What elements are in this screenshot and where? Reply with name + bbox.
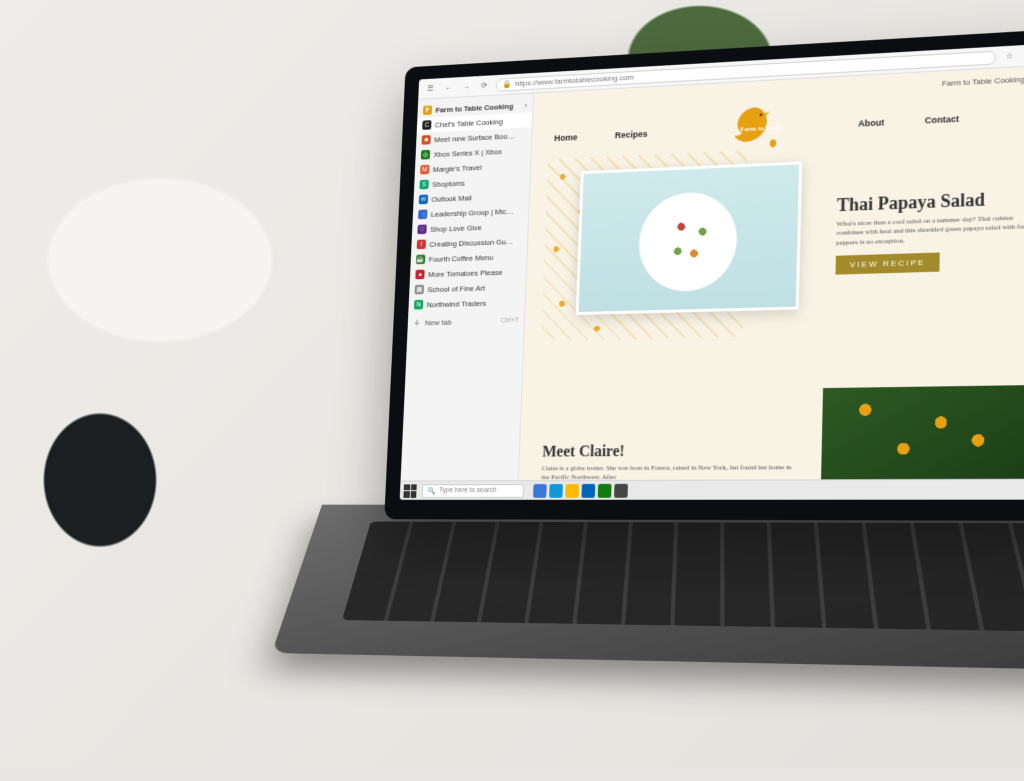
tab-title: Northwind Traders bbox=[427, 298, 512, 309]
tab-title: Shoptoms bbox=[432, 176, 516, 188]
new-tab-label: New tab bbox=[425, 318, 452, 327]
refresh-button[interactable]: ⟳ bbox=[478, 79, 491, 93]
tab-title: Chef's Table Cooking bbox=[435, 116, 519, 129]
taskbar-app-icon[interactable] bbox=[533, 484, 547, 498]
keyboard bbox=[272, 505, 1024, 671]
tab-favicon-icon: ◎ bbox=[421, 150, 430, 160]
taskbar-pinned-apps bbox=[533, 483, 628, 497]
start-button[interactable] bbox=[403, 484, 416, 498]
page-label: Farm to Table Cooking bbox=[942, 75, 1024, 88]
tab-title: Outlook Mail bbox=[431, 191, 515, 203]
recipe-card: Thai Papaya Salad What's nicer than a co… bbox=[836, 187, 1024, 275]
recipe-photo bbox=[576, 161, 802, 314]
bio-section: Meet Claire! Claire is a globe trotter. … bbox=[541, 442, 795, 480]
hero-section: Thai Papaya Salad What's nicer than a co… bbox=[547, 143, 1024, 327]
tab-title: Shop Love Give bbox=[430, 222, 514, 234]
secondary-photo bbox=[821, 385, 1024, 480]
tab-favicon-icon: S bbox=[419, 180, 428, 190]
recipe-blurb: What's nicer than a cool salad on a summ… bbox=[836, 213, 1024, 248]
tab-title: Creating Discussion Guidelines bbox=[429, 237, 514, 248]
tab-favicon-icon: ● bbox=[415, 270, 424, 280]
tab-favicon-icon: ✉ bbox=[419, 195, 428, 205]
taskbar-search[interactable]: 🔍 Type here to search bbox=[422, 484, 525, 498]
view-recipe-button[interactable]: VIEW RECIPE bbox=[836, 253, 941, 275]
lock-icon: 🔒 bbox=[502, 80, 511, 89]
address-bar-url: https://www.farmtotablecooking.com bbox=[515, 73, 634, 88]
tab-favicon-icon: ■ bbox=[421, 135, 430, 145]
search-icon: 🔍 bbox=[427, 487, 435, 495]
new-tab-button[interactable]: ＋ New tab Ctrl+T bbox=[407, 311, 524, 332]
chevron-left-icon[interactable]: ‹ bbox=[524, 101, 527, 110]
bio-heading: Meet Claire! bbox=[542, 442, 796, 462]
forward-button[interactable]: → bbox=[460, 80, 473, 94]
tab-title: Fourth Coffee Menu bbox=[429, 252, 514, 263]
tab-favicon-icon: M bbox=[420, 165, 429, 175]
taskbar-app-icon[interactable] bbox=[598, 483, 612, 497]
windows-taskbar: 🔍 Type here to search bbox=[400, 479, 1024, 500]
plus-icon: ＋ bbox=[413, 318, 421, 329]
tab-favicon-icon: ☕ bbox=[416, 255, 425, 265]
vertical-tabs-sidebar: F Farm to Table Cooking ‹ C Chef's Table … bbox=[401, 93, 534, 480]
tab-title: Xbox Series X | Xbox bbox=[433, 146, 517, 158]
taskbar-app-icon[interactable] bbox=[565, 483, 579, 497]
tab-favicon-icon: ♡ bbox=[417, 225, 426, 235]
taskbar-app-icon[interactable] bbox=[614, 483, 628, 497]
taskbar-app-icon[interactable] bbox=[549, 484, 563, 498]
screen: ☰ ← → ⟳ 🔒 https://www.farmtotablecooking… bbox=[400, 44, 1024, 500]
tab-title: More Tomatoes Please bbox=[428, 267, 513, 278]
tab-favicon-icon: N bbox=[414, 300, 423, 310]
search-placeholder: Type here to search bbox=[439, 487, 497, 494]
nav-about[interactable]: About bbox=[858, 118, 884, 129]
taskbar-app-icon[interactable] bbox=[581, 483, 595, 497]
tab-favicon-icon: 👥 bbox=[418, 210, 427, 220]
tab-group-title: Farm to Table Cooking bbox=[435, 102, 513, 114]
favorite-button[interactable]: ☆ bbox=[1002, 49, 1017, 64]
back-button[interactable]: ← bbox=[442, 81, 455, 95]
nav-contact[interactable]: Contact bbox=[925, 114, 959, 126]
new-tab-shortcut: Ctrl+T bbox=[501, 317, 519, 324]
tab-title: Margie's Travel bbox=[433, 161, 517, 173]
page-content: Farm to Table Cooking Home Recipes Farm … bbox=[519, 66, 1024, 480]
nav-home[interactable]: Home bbox=[554, 132, 578, 143]
site-logo[interactable]: Farm to Table bbox=[724, 100, 780, 151]
recipe-title: Thai Papaya Salad bbox=[837, 187, 1024, 216]
tab-favicon-icon: ! bbox=[417, 240, 426, 250]
vertical-tab[interactable]: NNorthwind Traders× bbox=[408, 294, 525, 312]
tab-title: Leadership Group | Microsoft bbox=[431, 207, 515, 219]
screen-bezel: ☰ ← → ⟳ 🔒 https://www.farmtotablecooking… bbox=[384, 29, 1024, 521]
nav-recipes[interactable]: Recipes bbox=[615, 129, 648, 140]
chicken-icon: Farm to Table bbox=[724, 100, 780, 151]
tab-title: School of Fine Art bbox=[427, 283, 512, 294]
tab-favicon-icon: C bbox=[422, 120, 431, 130]
tabs-toggle-icon[interactable]: ☰ bbox=[424, 82, 437, 96]
laptop: ☰ ← → ⟳ 🔒 https://www.farmtotablecooking… bbox=[309, 27, 1024, 779]
tab-title: Meet new Surface Book 3 or 15.5" bbox=[434, 131, 518, 143]
svg-text:Farm to Table: Farm to Table bbox=[740, 124, 780, 133]
bio-text: Claire is a globe trotter. She was born … bbox=[541, 463, 795, 480]
tab-favicon-icon: ▦ bbox=[415, 285, 424, 295]
group-favicon-icon: F bbox=[423, 105, 432, 115]
